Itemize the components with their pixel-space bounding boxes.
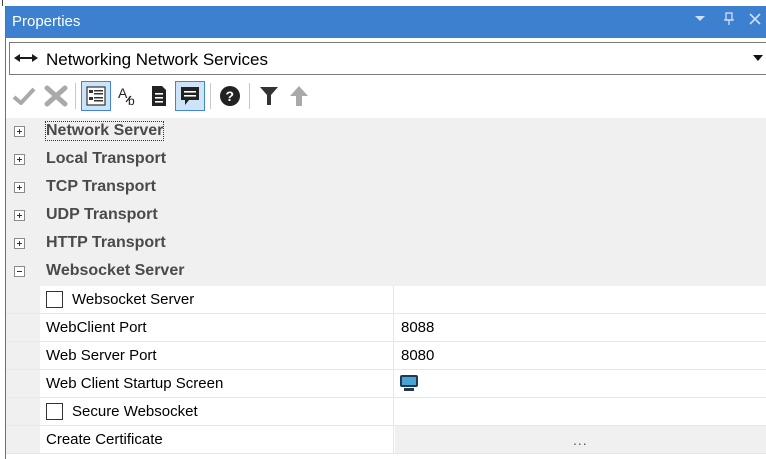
- property-name-cell: Secure Websocket: [40, 398, 394, 425]
- ellipsis-button-label: ...: [573, 432, 588, 448]
- svg-text:A: A: [118, 85, 128, 101]
- category-row-http-transport[interactable]: HTTP Transport: [6, 230, 766, 258]
- categorized-view-icon[interactable]: [81, 81, 111, 111]
- edge-tick: [2, 0, 3, 6]
- property-name: WebClient Port: [46, 319, 147, 336]
- up-arrow-icon[interactable]: [284, 81, 314, 111]
- bidirectional-arrows-icon: [12, 50, 40, 68]
- webclient-port-value[interactable]: 8088: [401, 319, 434, 336]
- expand-plus-icon[interactable]: [14, 182, 25, 193]
- property-value-cell[interactable]: [395, 398, 766, 425]
- category-label: TCP Transport: [46, 178, 156, 195]
- row-gutter: [6, 342, 40, 369]
- property-row-web-client-startup-screen[interactable]: Web Client Startup Screen: [6, 370, 766, 398]
- property-name: Web Server Port: [46, 347, 157, 364]
- category-label: HTTP Transport: [46, 234, 166, 251]
- toolbar-separator: [75, 83, 76, 109]
- row-gutter: [6, 426, 40, 453]
- property-name-cell: Web Client Startup Screen: [40, 370, 394, 397]
- property-name-cell: Create Certificate: [40, 426, 394, 453]
- help-icon[interactable]: ?: [215, 81, 245, 111]
- property-name-cell: Websocket Server: [40, 286, 394, 313]
- category-row-udp-transport[interactable]: UDP Transport: [6, 202, 766, 230]
- category-label: UDP Transport: [46, 206, 158, 223]
- property-row-create-certificate[interactable]: Create Certificate ...: [6, 426, 766, 454]
- expand-plus-icon[interactable]: [14, 154, 25, 165]
- property-value-cell[interactable]: 8080: [395, 342, 766, 369]
- property-row-websocket-server[interactable]: Websocket Server: [6, 286, 766, 314]
- object-selector-dropdown[interactable]: Networking Network Services: [9, 42, 766, 75]
- apply-check-icon[interactable]: [9, 81, 39, 111]
- category-label: Websocket Server: [46, 262, 185, 279]
- expand-plus-icon[interactable]: [14, 238, 25, 249]
- row-gutter: [6, 314, 40, 341]
- close-icon[interactable]: [748, 12, 762, 29]
- description-comment-icon[interactable]: [175, 81, 205, 111]
- discard-x-icon[interactable]: [41, 81, 71, 111]
- svg-text:?: ?: [226, 88, 235, 104]
- monitor-screen-icon[interactable]: [399, 373, 419, 397]
- category-label: Network Server: [44, 121, 165, 141]
- panel-titlebar[interactable]: Properties: [6, 6, 766, 38]
- properties-panel: Properties Networking Network Services A…: [5, 6, 766, 459]
- collapse-minus-icon[interactable]: [14, 266, 25, 277]
- property-name-cell: Web Server Port: [40, 342, 394, 369]
- property-name: Web Client Startup Screen: [46, 375, 224, 392]
- web-server-port-value[interactable]: 8080: [401, 347, 434, 364]
- property-value-cell[interactable]: [395, 370, 766, 397]
- property-row-webclient-port[interactable]: WebClient Port 8088: [6, 314, 766, 342]
- secure-websocket-checkbox[interactable]: [46, 403, 63, 420]
- expand-plus-icon[interactable]: [14, 126, 25, 137]
- property-pages-icon[interactable]: [144, 81, 174, 111]
- dropdown-icon[interactable]: [694, 12, 706, 27]
- expand-plus-icon[interactable]: [14, 210, 25, 221]
- property-row-secure-websocket[interactable]: Secure Websocket: [6, 398, 766, 426]
- pin-icon[interactable]: [723, 12, 735, 29]
- properties-toolbar: Ab ?: [9, 77, 766, 115]
- category-row-local-transport[interactable]: Local Transport: [6, 146, 766, 174]
- property-value-cell[interactable]: [395, 286, 766, 313]
- create-certificate-button[interactable]: ...: [395, 426, 766, 453]
- selected-object-text: Networking Network Services: [46, 50, 269, 69]
- chevron-down-icon[interactable]: [750, 43, 766, 74]
- filter-icon[interactable]: [254, 81, 284, 111]
- panel-title: Properties: [12, 13, 81, 30]
- category-label: Local Transport: [46, 150, 167, 167]
- category-row-tcp-transport[interactable]: TCP Transport: [6, 174, 766, 202]
- category-row-websocket-server[interactable]: Websocket Server: [6, 258, 766, 286]
- row-gutter: [6, 370, 40, 397]
- property-name: Create Certificate: [46, 431, 163, 448]
- property-name-cell: WebClient Port: [40, 314, 394, 341]
- property-row-web-server-port[interactable]: Web Server Port 8080: [6, 342, 766, 370]
- toolbar-separator: [249, 83, 250, 109]
- category-row-network-server[interactable]: Network Server: [6, 118, 766, 146]
- row-gutter: [6, 286, 40, 313]
- toolbar-separator: [210, 83, 211, 109]
- svg-text:b: b: [128, 94, 135, 107]
- websocket-server-checkbox[interactable]: [46, 291, 63, 308]
- alphabetical-sort-icon[interactable]: Ab: [113, 81, 143, 111]
- row-gutter: [6, 398, 40, 425]
- property-name: Websocket Server: [72, 291, 195, 308]
- property-name: Secure Websocket: [72, 403, 198, 420]
- property-value-cell[interactable]: 8088: [395, 314, 766, 341]
